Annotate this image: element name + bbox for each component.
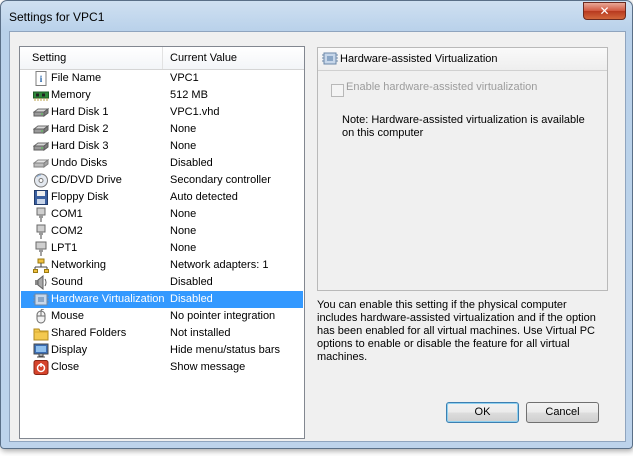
list-item[interactable]: Shared Folders Not installed: [21, 325, 303, 342]
list-item[interactable]: COM1 None: [21, 206, 303, 223]
folder-icon: [33, 326, 49, 341]
setting-name: Display: [51, 344, 88, 356]
setting-name: COM1: [51, 208, 83, 220]
setting-description: You can enable this setting if the physi…: [317, 299, 596, 363]
setting-value: Network adapters: 1: [170, 259, 269, 271]
setting-value: Not installed: [170, 327, 231, 339]
window-title: Settings for VPC1: [9, 10, 105, 24]
setting-name: Memory: [51, 89, 91, 101]
setting-name: COM2: [51, 225, 83, 237]
setting-value: VPC1: [170, 72, 199, 84]
setting-name: Hardware Virtualization: [51, 293, 165, 305]
list-item[interactable]: Undo Disks Disabled: [21, 155, 303, 172]
list-item[interactable]: i File Name VPC1: [21, 70, 303, 87]
cancel-button[interactable]: Cancel: [526, 402, 599, 423]
setting-name: Hard Disk 3: [51, 140, 109, 152]
setting-value: None: [170, 140, 197, 152]
setting-value: None: [170, 123, 197, 135]
lpt-port-icon: [33, 241, 49, 256]
ok-button[interactable]: OK: [446, 402, 519, 423]
setting-name: Floppy Disk: [51, 191, 109, 203]
setting-name: File Name: [51, 72, 102, 84]
list-item[interactable]: Sound Disabled: [21, 274, 303, 291]
list-item[interactable]: Floppy Disk Auto detected: [21, 189, 303, 206]
setting-name: CD/DVD Drive: [51, 174, 122, 186]
setting-value: Secondary controller: [170, 174, 271, 186]
setting-name: Mouse: [51, 310, 85, 322]
setting-value: Auto detected: [170, 191, 238, 203]
com-port-icon: [33, 224, 49, 239]
availability-note: Note: Hardware-assisted virtualization i…: [342, 114, 585, 139]
setting-name: Sound: [51, 276, 83, 288]
file-info-icon: i: [33, 71, 49, 86]
memory-chip-icon: [33, 88, 49, 103]
setting-name: Networking: [51, 259, 107, 271]
setting-name: Close: [51, 361, 80, 373]
close-window-button[interactable]: ✕: [583, 2, 626, 20]
list-item[interactable]: Display Hide menu/status bars: [21, 342, 303, 359]
setting-name: LPT1: [51, 242, 78, 254]
undo-disk-icon: [33, 156, 49, 171]
setting-value: 512 MB: [170, 89, 208, 101]
list-item[interactable]: Hardware Virtualization Disabled: [21, 291, 303, 308]
settings-list[interactable]: Setting Current Value i File Name VPC1 Memo…: [19, 46, 305, 439]
hard-disk-icon: [33, 105, 49, 120]
list-item[interactable]: Hard Disk 3 None: [21, 138, 303, 155]
enable-hardware-virtualization-checkbox[interactable]: [331, 84, 344, 97]
list-item[interactable]: COM2 None: [21, 223, 303, 240]
cd-dvd-icon: [33, 173, 49, 188]
setting-name: Undo Disks: [51, 157, 108, 169]
title-bar[interactable]: Settings for VPC1 ✕: [1, 1, 632, 31]
column-header-current-value[interactable]: Current Value: [164, 47, 237, 69]
setting-name: Hard Disk 2: [51, 123, 109, 135]
list-item[interactable]: Memory 512 MB: [21, 87, 303, 104]
hardware-virtualization-icon: [322, 51, 338, 66]
setting-value: No pointer integration: [170, 310, 276, 322]
enable-hardware-virtualization-label: Enable hardware-assisted virtualization: [346, 81, 538, 93]
panel-header: Hardware-assisted Virtualization: [318, 48, 607, 71]
setting-name: Hard Disk 1: [51, 106, 109, 118]
list-item[interactable]: LPT1 None: [21, 240, 303, 257]
list-item[interactable]: Hard Disk 1 VPC1.vhd: [21, 104, 303, 121]
mouse-icon: [33, 309, 49, 324]
sound-icon: [33, 275, 49, 290]
setting-value: None: [170, 242, 197, 254]
hardware-virtualization-icon: [33, 292, 49, 307]
list-item[interactable]: Networking Network adapters: 1: [21, 257, 303, 274]
list-item[interactable]: Close Show message: [21, 359, 303, 376]
setting-value: Disabled: [170, 293, 213, 305]
list-item[interactable]: Hard Disk 2 None: [21, 121, 303, 138]
setting-name: Shared Folders: [51, 327, 127, 339]
setting-value: Disabled: [170, 157, 213, 169]
close-power-icon: [33, 360, 49, 375]
list-header: Setting Current Value: [20, 47, 304, 70]
hard-disk-icon: [33, 139, 49, 154]
panel-title: Hardware-assisted Virtualization: [340, 53, 498, 65]
setting-value: VPC1.vhd: [170, 106, 220, 118]
column-header-setting[interactable]: Setting: [26, 47, 163, 69]
network-icon: [33, 258, 49, 273]
floppy-disk-icon: [33, 190, 49, 205]
setting-value: None: [170, 225, 197, 237]
display-icon: [33, 343, 49, 358]
setting-value: Show message: [170, 361, 246, 373]
close-icon: ✕: [599, 4, 610, 18]
hard-disk-icon: [33, 122, 49, 137]
settings-detail-panel: Hardware-assisted Virtualization Enable …: [317, 47, 608, 291]
setting-value: Disabled: [170, 276, 213, 288]
list-item[interactable]: CD/DVD Drive Secondary controller: [21, 172, 303, 189]
list-item[interactable]: Mouse No pointer integration: [21, 308, 303, 325]
setting-value: None: [170, 208, 197, 220]
setting-value: Hide menu/status bars: [170, 344, 281, 356]
com-port-icon: [33, 207, 49, 222]
